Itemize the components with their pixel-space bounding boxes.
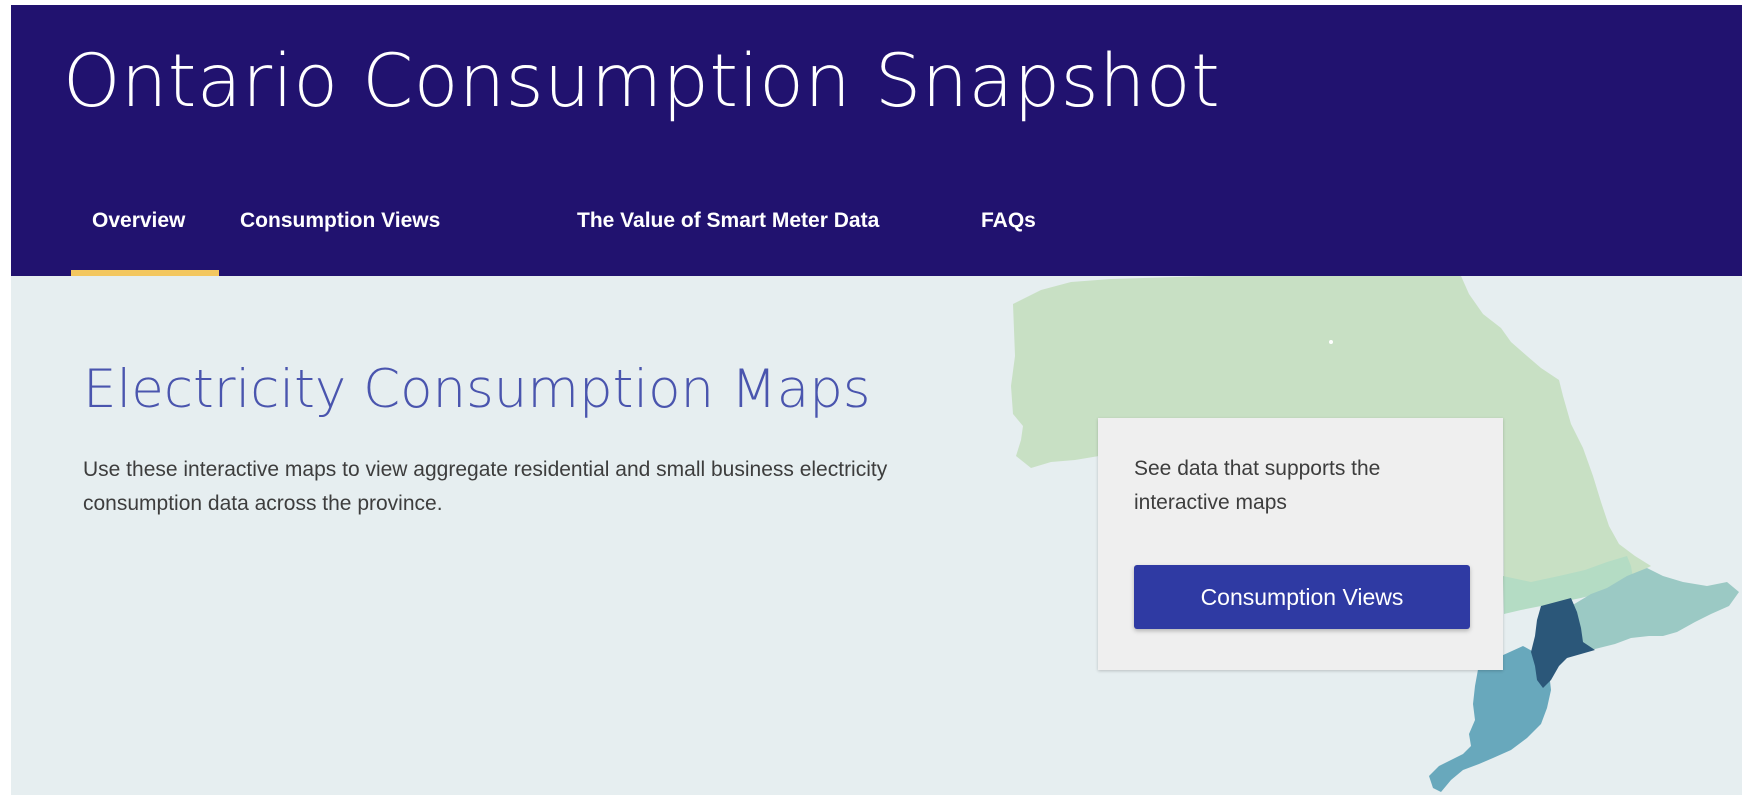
tab-overview[interactable]: Overview (71, 201, 219, 276)
page: Ontario Consumption Snapshot Overview Co… (11, 5, 1742, 795)
info-card: See data that supports the interactive m… (1098, 418, 1503, 670)
page-description: Use these interactive maps to view aggre… (83, 458, 888, 515)
info-card-text: See data that supports the interactive m… (1134, 457, 1381, 514)
map-marker (1329, 340, 1333, 344)
tab-value-of-smart-meter-data[interactable]: The Value of Smart Meter Data (491, 201, 953, 276)
tab-value-label: The Value of Smart Meter Data (577, 209, 880, 232)
site-header: Ontario Consumption Snapshot Overview Co… (11, 5, 1742, 276)
tab-faqs[interactable]: FAQs (978, 201, 1088, 276)
consumption-views-button[interactable]: Consumption Views (1134, 565, 1470, 629)
main-nav: Overview Consumption Views The Value of … (71, 201, 1088, 276)
site-title: Ontario Consumption Snapshot (63, 39, 1221, 124)
tab-faqs-label: FAQs (981, 209, 1036, 232)
main-section: Electricity Consumption Maps Use these i… (11, 276, 1742, 795)
tab-overview-label: Overview (92, 209, 186, 232)
page-heading: Electricity Consumption Maps (83, 359, 871, 420)
